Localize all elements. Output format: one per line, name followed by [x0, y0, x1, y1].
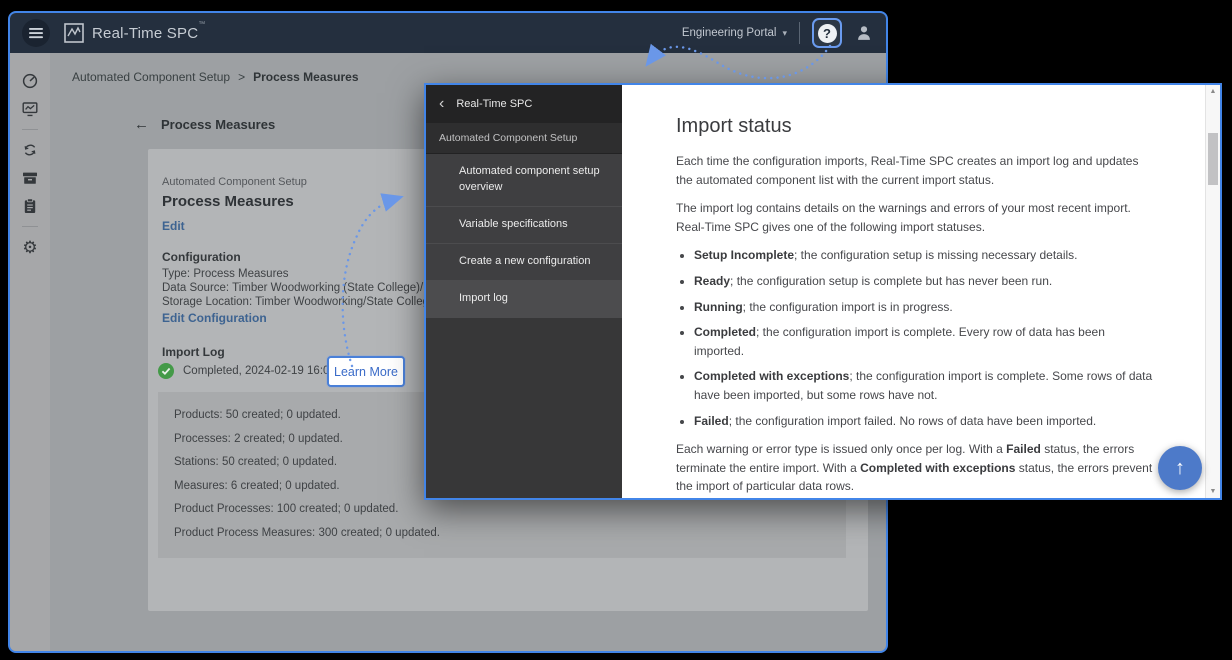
question-mark-icon: ?: [818, 24, 837, 43]
clipboard-icon[interactable]: [19, 195, 41, 217]
success-check-icon: [158, 363, 174, 379]
hamburger-menu-button[interactable]: [22, 19, 50, 47]
breadcrumb-separator-icon: >: [238, 70, 245, 84]
settings-gear-icon[interactable]: ⚙: [19, 236, 41, 258]
configuration-heading: Configuration: [162, 250, 241, 264]
dashboard-gauge-icon[interactable]: [19, 70, 41, 92]
help-paragraph-2: The import log contains details on the w…: [676, 199, 1158, 236]
status-bullet: Ready; the configuration setup is comple…: [694, 272, 1158, 291]
charts-monitor-icon[interactable]: [19, 98, 41, 120]
status-bullet-list: Setup Incomplete; the configuration setu…: [676, 246, 1158, 430]
help-paragraph-1: Each time the configuration imports, Rea…: [676, 152, 1158, 189]
card-title: Process Measures: [162, 193, 294, 210]
help-section-label: Automated Component Setup: [426, 123, 622, 154]
breadcrumb-current: Process Measures: [253, 70, 358, 84]
hamburger-icon: [29, 27, 43, 39]
learn-more-button[interactable]: Learn More: [327, 356, 405, 387]
app-logo: Real-Time SPC™: [64, 23, 205, 43]
scrollbar-thumb[interactable]: [1208, 133, 1218, 185]
rail-divider: [22, 226, 38, 227]
status-bullet: Completed; the configuration import is c…: [694, 323, 1158, 360]
help-button[interactable]: ?: [812, 18, 842, 48]
page-heading: ← Process Measures: [134, 116, 275, 133]
help-paragraph-3: Each warning or error type is issued onl…: [676, 440, 1158, 496]
left-icon-rail: ⚙: [10, 53, 50, 651]
help-sidebar-filler: [426, 318, 622, 498]
rail-divider: [22, 129, 38, 130]
back-chevron-icon[interactable]: ‹: [439, 96, 444, 112]
scrollbar[interactable]: ▲ ▼: [1205, 85, 1220, 498]
page-title: Process Measures: [161, 117, 275, 132]
help-nav-item-overview[interactable]: Automated component setup overview: [426, 154, 622, 207]
help-nav-item-import-log[interactable]: Import log: [426, 281, 622, 318]
status-bullet: Running; the configuration import is in …: [694, 298, 1158, 317]
log-entry: Product Processes: 100 created; 0 update…: [174, 498, 846, 522]
status-bullet: Setup Incomplete; the configuration setu…: [694, 246, 1158, 265]
sync-icon[interactable]: [19, 139, 41, 161]
back-arrow-icon[interactable]: ←: [134, 116, 149, 133]
scrollbar-down-icon[interactable]: ▼: [1206, 488, 1220, 495]
trademark-mark: ™: [198, 21, 205, 28]
breadcrumb: Automated Component Setup > Process Meas…: [72, 70, 359, 84]
breadcrumb-parent[interactable]: Automated Component Setup: [72, 70, 230, 84]
status-bullet: Completed with exceptions; the configura…: [694, 367, 1158, 404]
help-article: Import status Each time the configuratio…: [676, 85, 1158, 498]
scroll-to-top-button[interactable]: ↑: [1158, 446, 1202, 490]
help-sidebar-title: Real-Time SPC: [456, 98, 532, 110]
import-status-row: Completed, 2024-02-19 16:07:15: [158, 363, 352, 379]
spc-chart-logo-icon: [64, 23, 84, 43]
top-bar: Real-Time SPC™ Engineering Portal ▾ ?: [10, 13, 886, 53]
help-content: Import status Each time the configuratio…: [622, 85, 1220, 498]
status-bullet: Failed; the configuration import failed.…: [694, 412, 1158, 431]
help-sidebar: ‹ Real-Time SPC Automated Component Setu…: [426, 85, 622, 498]
scrollbar-up-icon[interactable]: ▲: [1206, 88, 1220, 95]
help-article-title: Import status: [676, 111, 1158, 142]
archive-box-icon[interactable]: [19, 167, 41, 189]
user-profile-icon[interactable]: [854, 23, 874, 43]
chevron-down-icon: ▾: [782, 28, 787, 39]
card-eyebrow: Automated Component Setup: [162, 176, 307, 188]
help-nav-item-create-configuration[interactable]: Create a new configuration: [426, 244, 622, 281]
help-nav-item-variable-specifications[interactable]: Variable specifications: [426, 207, 622, 244]
screenshot-stage: Real-Time SPC™ Engineering Portal ▾ ?: [0, 0, 1232, 660]
portal-dropdown[interactable]: Engineering Portal ▾: [682, 27, 787, 39]
import-log-heading: Import Log: [162, 345, 225, 359]
config-type: Type: Process Measures: [162, 268, 289, 280]
help-sidebar-header[interactable]: ‹ Real-Time SPC: [426, 85, 622, 123]
app-title: Real-Time SPC™: [92, 25, 205, 42]
help-panel: ‹ Real-Time SPC Automated Component Setu…: [424, 83, 1222, 500]
topbar-divider: [799, 22, 800, 44]
topbar-right-group: Engineering Portal ▾ ?: [682, 18, 874, 48]
log-entry: Product Process Measures: 300 created; 0…: [174, 522, 846, 546]
portal-label: Engineering Portal: [682, 27, 777, 39]
edit-configuration-link[interactable]: Edit Configuration: [162, 311, 267, 325]
config-storage-location: Storage Location: Timber Woodworking/Sta…: [162, 296, 435, 308]
edit-link[interactable]: Edit: [162, 219, 185, 233]
up-arrow-icon: ↑: [1175, 457, 1185, 480]
